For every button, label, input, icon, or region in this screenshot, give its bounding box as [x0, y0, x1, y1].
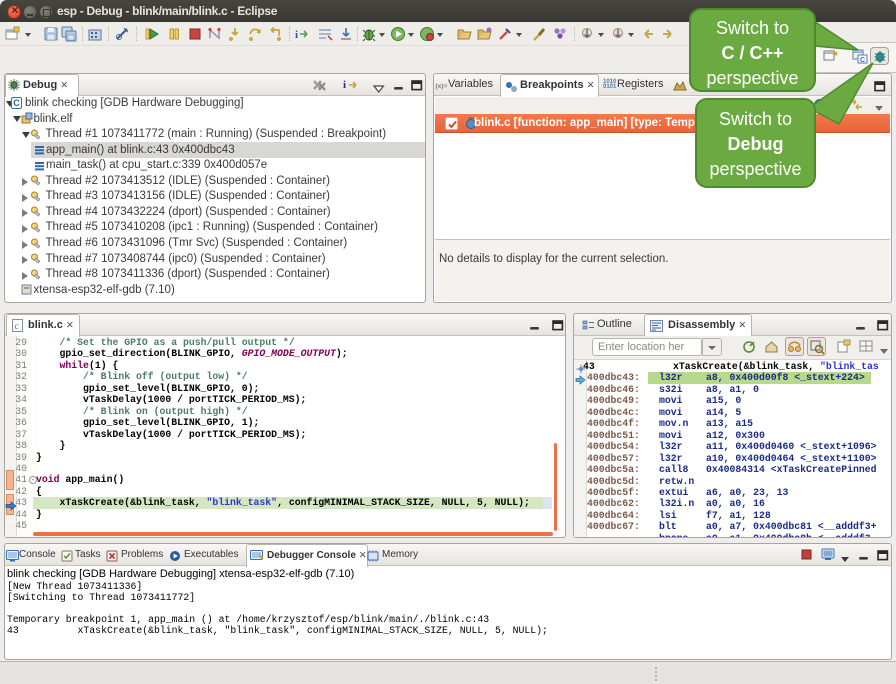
svg-text:c: c [15, 321, 19, 331]
